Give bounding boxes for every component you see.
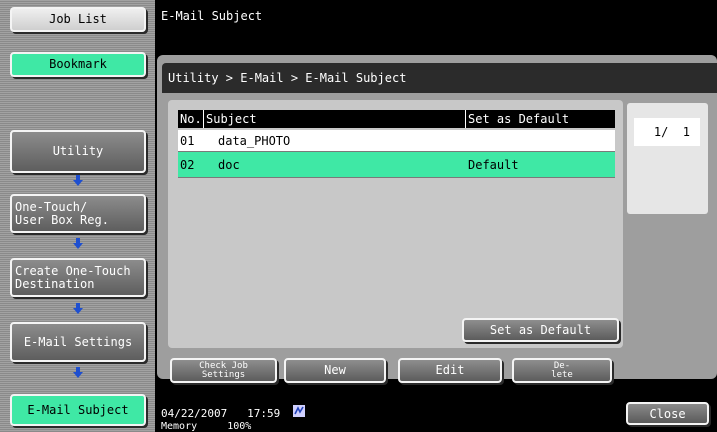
new-label: New bbox=[324, 363, 346, 377]
status-time: 17:59 bbox=[247, 407, 281, 420]
delete-button[interactable]: De- lete bbox=[512, 358, 612, 383]
utility-label: Utility bbox=[52, 144, 104, 158]
edit-button[interactable]: Edit bbox=[398, 358, 502, 383]
create-one-touch-destination-button[interactable]: Create One-Touch Destination bbox=[10, 258, 146, 297]
check-job-settings-button[interactable]: Check Job Settings bbox=[170, 358, 277, 383]
table-header: No. Subject Set as Default bbox=[178, 110, 615, 128]
row-no: 01 bbox=[180, 133, 195, 148]
row-subject: doc bbox=[218, 157, 240, 172]
row-default bbox=[466, 130, 616, 151]
memory-label: Memory bbox=[161, 421, 198, 432]
close-label: Close bbox=[649, 406, 686, 421]
status-date: 04/22/2007 bbox=[161, 407, 228, 420]
row-no: 02 bbox=[180, 157, 195, 172]
row-subject: data_PHOTO bbox=[218, 133, 291, 148]
job-list-button[interactable]: Job List bbox=[10, 7, 146, 32]
job-list-label: Job List bbox=[49, 12, 107, 26]
close-button[interactable]: Close bbox=[626, 402, 709, 425]
one-touch-user-box-button[interactable]: One-Touch/ User Box Reg. bbox=[10, 194, 146, 233]
bookmark-label: Bookmark bbox=[49, 57, 107, 71]
breadcrumb-text: Utility > E-Mail > E-Mail Subject bbox=[168, 71, 407, 85]
set-as-default-button[interactable]: Set as Default bbox=[462, 318, 619, 342]
date-time: 04/22/2007 17:59 bbox=[161, 407, 280, 420]
down-arrow-icon bbox=[73, 238, 83, 249]
page-title: E-Mail Subject bbox=[161, 9, 263, 23]
network-icon bbox=[293, 405, 305, 417]
column-header-no: No. bbox=[180, 112, 202, 126]
table-row[interactable]: 02 doc Default bbox=[178, 152, 615, 178]
row-default: Default bbox=[468, 157, 519, 172]
one-touch-label-line2: User Box Reg. bbox=[15, 212, 109, 227]
table-row[interactable]: 01 data_PHOTO bbox=[178, 130, 615, 152]
screen-header: E-Mail Subject bbox=[155, 0, 717, 52]
email-settings-button[interactable]: E-Mail Settings bbox=[10, 322, 146, 362]
create-label-line2: Destination bbox=[15, 276, 95, 291]
memory-value: 100% bbox=[227, 421, 252, 432]
check-job-label-line2: Settings bbox=[201, 369, 246, 380]
column-header-subject: Subject bbox=[203, 110, 466, 128]
memory-status: Memory 100% bbox=[161, 421, 251, 432]
utility-button[interactable]: Utility bbox=[10, 130, 146, 173]
down-arrow-icon bbox=[73, 303, 83, 314]
left-panel: Job List Bookmark Utility One-Touch/ Use… bbox=[0, 0, 155, 432]
down-arrow-icon bbox=[73, 175, 83, 186]
down-arrow-icon bbox=[73, 367, 83, 378]
email-subject-label: E-Mail Subject bbox=[27, 402, 129, 417]
one-touch-label-line1: One-Touch/ bbox=[15, 199, 88, 214]
email-subject-button[interactable]: E-Mail Subject bbox=[10, 394, 146, 426]
delete-label-line2: lete bbox=[551, 369, 573, 380]
bookmark-button[interactable]: Bookmark bbox=[10, 52, 146, 77]
new-button[interactable]: New bbox=[284, 358, 386, 383]
edit-label: Edit bbox=[435, 363, 465, 377]
column-header-default: Set as Default bbox=[465, 110, 616, 128]
page-indicator: 1/ 1 bbox=[634, 118, 700, 146]
create-label-line1: Create One-Touch bbox=[15, 263, 131, 278]
breadcrumb: Utility > E-Mail > E-Mail Subject bbox=[162, 63, 717, 93]
email-settings-label: E-Mail Settings bbox=[23, 334, 133, 349]
set-as-default-label: Set as Default bbox=[489, 322, 592, 337]
